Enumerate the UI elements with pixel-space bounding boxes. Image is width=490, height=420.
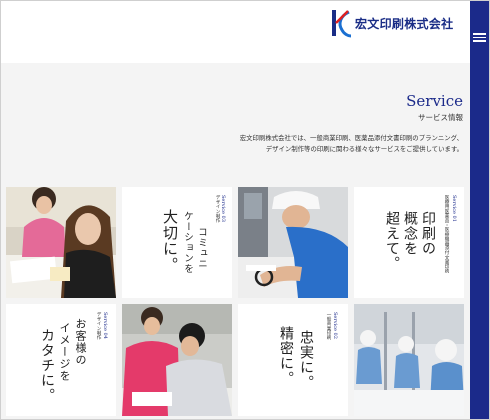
tile-01-label: Service 01	[451, 195, 457, 222]
tile-04-heading-col2: イメージを	[58, 322, 71, 382]
photo-tile-consultation[interactable]	[122, 304, 232, 416]
tile-02-label: Service 02	[332, 312, 338, 339]
service-hero	[1, 63, 470, 180]
tile-01-heading-col1: 印刷の	[420, 211, 436, 256]
service-subtitle: サービス情報	[418, 113, 463, 122]
logo-text: 宏文印刷株式会社	[355, 16, 454, 31]
hamburger-icon-line	[473, 40, 486, 42]
service-tile-03[interactable]: Service 03 デザイン制作 コミュニ ケーションを 大切に。	[122, 187, 232, 298]
tile-02-heading-col1: 忠実に。	[298, 330, 314, 390]
service-tile-01[interactable]: Service 01 医療用医薬品・医療機器添付文書印刷 印刷の 概念を 超えて…	[354, 187, 464, 298]
site-header: 宏文印刷株式会社	[1, 1, 470, 63]
tile-01-category: 医療用医薬品・医療機器添付文書印刷	[444, 195, 449, 274]
photo-inspection-image	[238, 187, 348, 298]
service-tile-04[interactable]: Service 04 デザイン制作 お客様の イメージを カタチに。	[6, 304, 116, 416]
menu-button[interactable]	[472, 31, 487, 43]
photo-lab-image	[354, 304, 464, 416]
site-logo[interactable]: 宏文印刷株式会社	[330, 7, 453, 39]
tile-04-heading-col1: お客様の	[74, 318, 87, 366]
tile-01-heading-col3: 超えて。	[384, 211, 400, 271]
service-desc-line1: 宏文印刷株式会社では、一般商業印刷、医薬品添付文書印刷のプランニング、	[239, 134, 463, 142]
tile-03-label: Service 03	[220, 195, 226, 222]
tile-04-heading-col3: カタチに。	[39, 328, 55, 403]
side-nav-bar	[470, 1, 489, 419]
tile-01-heading-col2: 概念を	[402, 211, 418, 256]
photo-tile-lab[interactable]	[354, 304, 464, 416]
tile-04-label: Service 04	[102, 312, 108, 339]
photo-design-meeting-image	[6, 187, 116, 298]
service-title: Service	[406, 92, 463, 110]
tile-03-heading-col2: ケーションを	[182, 211, 193, 274]
tile-03-heading-col3: 大切に。	[161, 209, 179, 273]
photo-tile-design-meeting[interactable]	[6, 187, 116, 298]
service-description: 宏文印刷株式会社では、一般商業印刷、医薬品添付文書印刷のプランニング、 デザイン…	[163, 133, 463, 155]
tile-03-heading-col1: コミュニ	[196, 227, 207, 269]
hamburger-icon-line	[473, 33, 486, 35]
photo-consultation-image	[122, 304, 232, 416]
logo-mark-icon	[332, 10, 352, 38]
service-tile-02[interactable]: Service 02 一般商業印刷 忠実に。 精密に。	[238, 304, 348, 416]
tile-04-category: デザイン制作	[96, 312, 101, 340]
tile-03-category: デザイン制作	[215, 195, 220, 223]
photo-tile-inspection[interactable]	[238, 187, 348, 298]
tile-02-category: 一般商業印刷	[326, 312, 331, 340]
service-desc-line2: デザイン制作等の印刷に関わる様々なサービスをご提供しています。	[265, 145, 463, 153]
tile-02-heading-col2: 精密に。	[278, 326, 294, 386]
hamburger-icon-line	[473, 36, 486, 38]
